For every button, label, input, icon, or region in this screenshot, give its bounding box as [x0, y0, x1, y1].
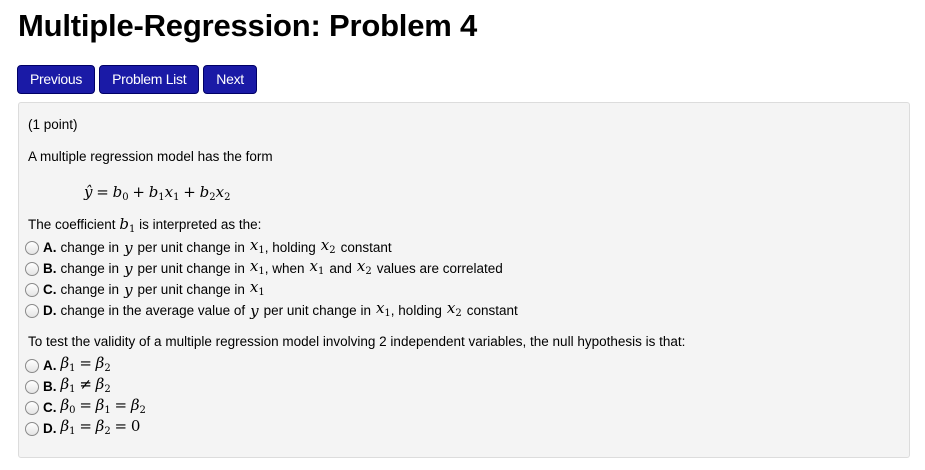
relation-symbol: = — [79, 417, 92, 435]
formula-b2x2: b2x2 — [199, 183, 231, 203]
formula-yhat: ŷ — [84, 183, 93, 201]
regression-formula: ŷ = b0 + b1x1 + b2x2 — [84, 181, 230, 209]
beta-symbol: β1 — [60, 375, 76, 395]
hypothesis-value: 0 — [130, 417, 141, 435]
q2-option-d[interactable]: D. β1 = β2 = 0 — [25, 417, 140, 441]
radio-button[interactable] — [25, 283, 39, 297]
problem-intro: A multiple regression model has the form — [28, 149, 273, 164]
beta-symbol: β2 — [130, 396, 146, 416]
radio-button[interactable] — [25, 359, 39, 373]
beta-symbol: β1 — [95, 396, 111, 416]
problem-panel: (1 point) A multiple regression model ha… — [18, 102, 910, 458]
hypothesis-expression: β1 = β2 = 0 — [61, 417, 141, 441]
relation-symbol: = — [114, 396, 128, 414]
page-title: Multiple-Regression: Problem 4 — [18, 8, 478, 43]
beta-symbol: β1 — [60, 417, 76, 437]
radio-button[interactable] — [25, 380, 39, 394]
beta-symbol: β2 — [95, 375, 111, 395]
radio-button[interactable] — [25, 241, 39, 255]
formula-plus: + — [132, 183, 145, 201]
formula-b0: b0 — [112, 183, 129, 203]
beta-symbol: β1 — [60, 354, 76, 374]
beta-symbol: β2 — [95, 417, 111, 437]
radio-button[interactable] — [25, 262, 39, 276]
relation-symbol: ≠ — [79, 375, 92, 393]
relation-symbol: = — [79, 396, 92, 414]
points-label: (1 point) — [28, 117, 78, 132]
problem-navigation: Previous Problem List Next — [17, 65, 257, 94]
radio-button[interactable] — [25, 401, 39, 415]
q1-option-d[interactable]: D. change in the average value of y per … — [25, 299, 518, 323]
previous-button[interactable]: Previous — [17, 65, 96, 94]
relation-symbol: = — [79, 354, 92, 372]
formula-b1x1: b1x1 — [148, 183, 180, 203]
problem-list-button[interactable]: Problem List — [99, 65, 200, 94]
beta-symbol: β0 — [60, 396, 76, 416]
next-button[interactable]: Next — [203, 65, 257, 94]
question-2-stem: To test the validity of a multiple regre… — [28, 334, 686, 349]
formula-plus: + — [183, 183, 196, 201]
radio-button[interactable] — [25, 422, 39, 436]
radio-button[interactable] — [25, 304, 39, 318]
formula-equals: = — [96, 183, 109, 201]
relation-symbol: = — [114, 417, 128, 435]
beta-symbol: β2 — [95, 354, 111, 374]
